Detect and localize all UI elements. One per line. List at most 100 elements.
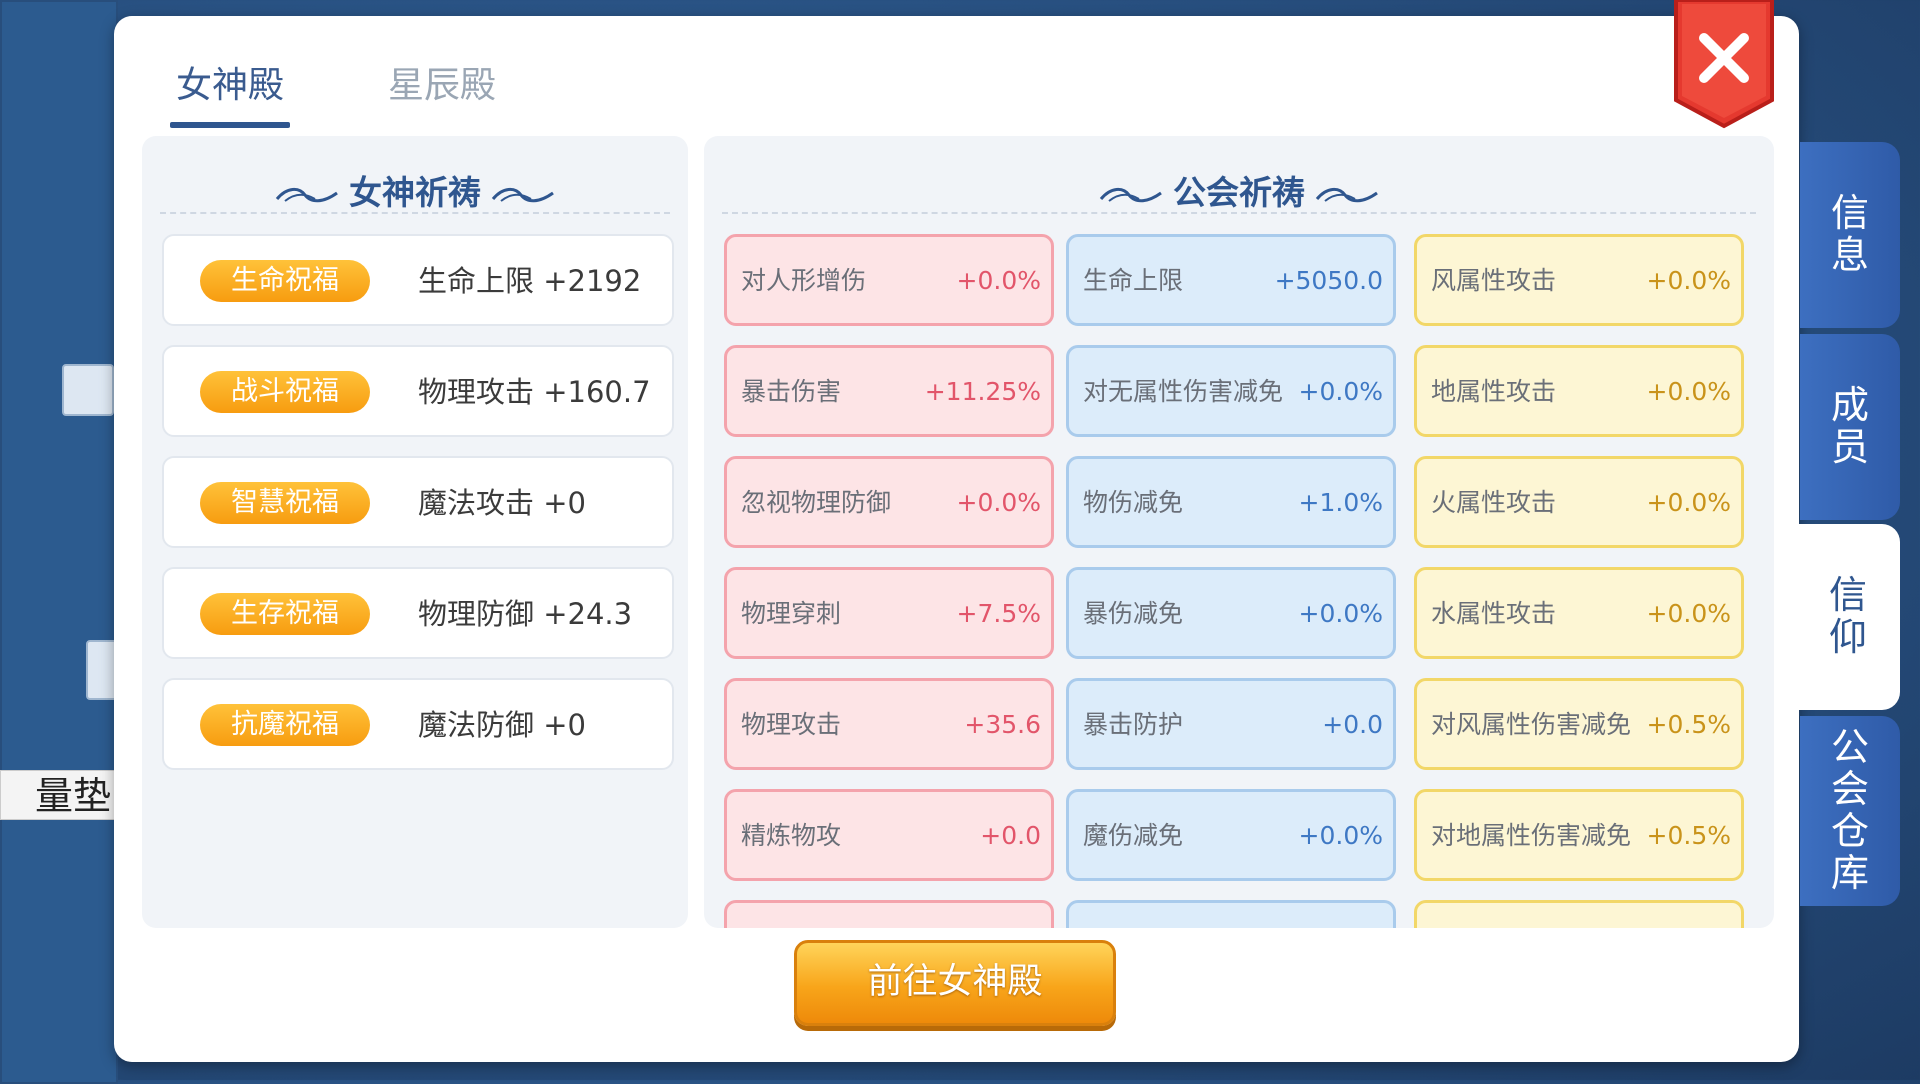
blessing-badge: 战斗祝福 <box>200 371 370 413</box>
guild-stat-card: 物理穿刺 +7.5% <box>724 567 1054 659</box>
stat-name: 水属性攻击 <box>1431 599 1557 628</box>
blessing-value: 魔法防御 +0 <box>418 708 586 742</box>
guild-stat-card: 魔伤减免 +0.0% <box>1066 789 1396 881</box>
flourish-right-icon <box>491 187 554 202</box>
tab-goddess-temple-label: 女神殿 <box>176 65 285 106</box>
blessing-value: 魔法攻击 +0 <box>418 486 586 520</box>
guild-stat-card: 对人形增伤 +0.0% <box>724 234 1054 326</box>
guild-stat-card: 物理攻击 +35.6 <box>724 678 1054 770</box>
flourish-left-icon <box>275 187 338 202</box>
stat-name: 暴伤减免 <box>1083 599 1184 628</box>
stat-value: +0.0% <box>1646 488 1731 517</box>
stat-value: +0.0% <box>1298 821 1383 850</box>
guild-stat-card: 火属性攻击 +0.0% <box>1414 456 1744 548</box>
stat-value: +7.5% <box>956 599 1041 628</box>
stat-value: +0.0% <box>1646 377 1731 406</box>
stat-name: 暴击防护 <box>1083 710 1184 739</box>
guild-stat-card-partial <box>1414 900 1744 928</box>
section-divider <box>160 212 670 214</box>
guild-stat-card-partial <box>724 900 1054 928</box>
stat-value: +0.0 <box>980 821 1041 850</box>
guild-stat-card: 生命上限 +5050.0 <box>1066 234 1396 326</box>
guild-stat-card: 暴击伤害 +11.25% <box>724 345 1054 437</box>
guild-stat-card: 忽视物理防御 +0.0% <box>724 456 1054 548</box>
stat-name: 暴击伤害 <box>741 377 842 406</box>
guild-stat-card: 物伤减免 +1.0% <box>1066 456 1396 548</box>
goddess-prayer-title-text: 女神祈祷 <box>349 173 481 212</box>
blessing-badge: 生命祝福 <box>200 260 370 302</box>
guild-stat-card: 对地属性伤害减免 +0.5% <box>1414 789 1744 881</box>
stat-name: 物理穿刺 <box>741 599 842 628</box>
blessing-card: 抗魔祝福 魔法防御 +0 <box>162 678 674 770</box>
flourish-right-icon <box>1315 187 1378 202</box>
stat-value: +5050.0 <box>1274 266 1383 295</box>
stat-name: 精炼物攻 <box>741 821 842 850</box>
stat-value: +0.0 <box>1322 710 1383 739</box>
side-tab-info-label: 信 息 <box>1830 191 1869 277</box>
tab-star-temple[interactable]: 星辰殿 <box>388 56 496 108</box>
blessing-value: 物理攻击 +160.7 <box>418 375 651 409</box>
guild-stat-card: 对风属性伤害减免 +0.5% <box>1414 678 1744 770</box>
flourish-left-icon <box>1099 187 1162 202</box>
stat-value: +1.0% <box>1298 488 1383 517</box>
guild-stat-card: 水属性攻击 +0.0% <box>1414 567 1744 659</box>
faith-panel: 女神殿 星辰殿 女神祈祷 生命祝福 生命上限 +2192 战斗祝福 物理攻击 +… <box>114 0 1799 1062</box>
stat-value: +0.0% <box>1298 599 1383 628</box>
guild-prayer-title-text: 公会祈祷 <box>1173 173 1305 212</box>
background-scenery <box>0 0 118 1084</box>
stat-name: 火属性攻击 <box>1431 488 1557 517</box>
guild-prayer-section[interactable]: 公会祈祷 对人形增伤 +0.0% 生命上限 +5050.0 风属性攻击 +0.0% 暴… <box>704 136 1774 928</box>
stat-name: 地属性攻击 <box>1431 377 1557 406</box>
stat-value: +0.5% <box>1646 821 1731 850</box>
goddess-prayer-section: 女神祈祷 生命祝福 生命上限 +2192 战斗祝福 物理攻击 +160.7 智慧… <box>142 136 688 928</box>
stat-value: +0.0% <box>1646 599 1731 628</box>
close-icon <box>1674 0 1774 129</box>
tab-star-temple-label: 星辰殿 <box>388 65 497 106</box>
guild-prayer-title: 公会祈祷 <box>704 166 1774 214</box>
background-map-icon <box>62 364 114 416</box>
stat-value: +0.0% <box>1298 377 1383 406</box>
side-tab-faith-label: 信 仰 <box>1828 573 1867 659</box>
stat-name: 对无属性伤害减免 <box>1083 377 1284 406</box>
blessing-card: 生命祝福 生命上限 +2192 <box>162 234 674 326</box>
guild-stat-card: 风属性攻击 +0.0% <box>1414 234 1744 326</box>
stat-name: 对人形增伤 <box>741 266 867 295</box>
goddess-prayer-title: 女神祈祷 <box>142 166 688 214</box>
blessing-card: 战斗祝福 物理攻击 +160.7 <box>162 345 674 437</box>
stat-name: 物理攻击 <box>741 710 842 739</box>
stat-value: +0.0% <box>956 266 1041 295</box>
stat-value: +0.5% <box>1646 710 1731 739</box>
side-tab-guild-storage[interactable]: 公 会 仓 库 <box>1800 716 1900 906</box>
side-tab-members[interactable]: 成 员 <box>1800 334 1900 520</box>
guild-stat-card: 精炼物攻 +0.0 <box>724 789 1054 881</box>
stat-name: 生命上限 <box>1083 266 1184 295</box>
stat-value: +35.6 <box>964 710 1041 739</box>
active-tab-underline <box>170 122 290 128</box>
side-tab-faith[interactable]: 信 仰 <box>1796 524 1900 710</box>
side-tab-members-label: 成 员 <box>1830 383 1869 469</box>
go-to-goddess-temple-button[interactable]: 前往女神殿 <box>794 940 1116 1026</box>
stat-name: 对地属性伤害减免 <box>1431 821 1632 850</box>
stat-name: 对风属性伤害减免 <box>1431 710 1632 739</box>
blessing-badge: 生存祝福 <box>200 593 370 635</box>
side-tab-info[interactable]: 信 息 <box>1800 142 1900 328</box>
blessing-badge: 智慧祝福 <box>200 482 370 524</box>
stat-name: 魔伤减免 <box>1083 821 1184 850</box>
blessing-card: 生存祝福 物理防御 +24.3 <box>162 567 674 659</box>
guild-stat-card: 暴击防护 +0.0 <box>1066 678 1396 770</box>
stat-value: +0.0% <box>956 488 1041 517</box>
background-chat-bubble: 量垫子 <box>0 770 118 820</box>
stat-name: 风属性攻击 <box>1431 266 1557 295</box>
blessing-card: 智慧祝福 魔法攻击 +0 <box>162 456 674 548</box>
blessing-value: 生命上限 +2192 <box>418 264 642 298</box>
guild-stat-card: 暴伤减免 +0.0% <box>1066 567 1396 659</box>
stat-value: +0.0% <box>1646 266 1731 295</box>
guild-stat-card-partial <box>1066 900 1396 928</box>
stat-value: +11.25% <box>924 377 1041 406</box>
tab-goddess-temple[interactable]: 女神殿 <box>170 56 290 128</box>
blessing-value: 物理防御 +24.3 <box>418 597 633 631</box>
section-divider <box>722 212 1756 214</box>
close-button[interactable] <box>1672 0 1776 130</box>
guild-stat-card: 对无属性伤害减免 +0.0% <box>1066 345 1396 437</box>
blessing-badge: 抗魔祝福 <box>200 704 370 746</box>
